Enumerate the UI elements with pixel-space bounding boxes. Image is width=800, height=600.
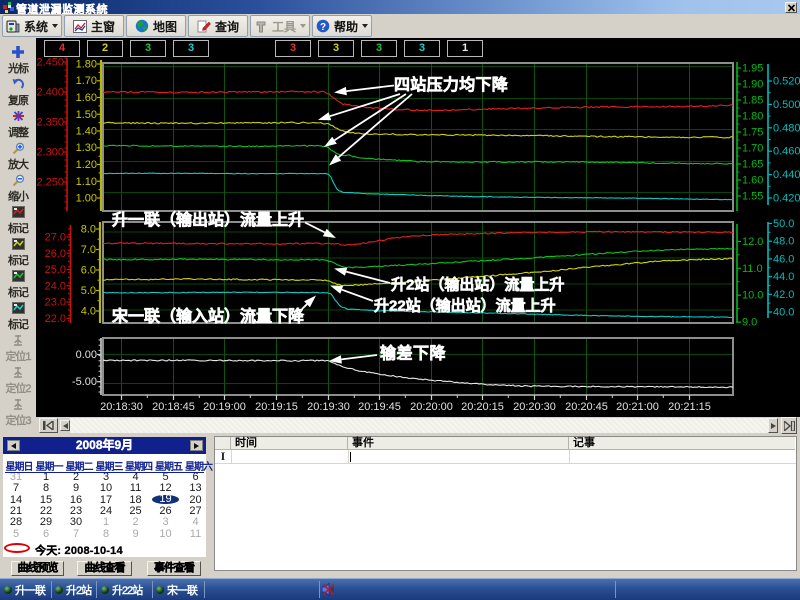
svg-text:1.80: 1.80 (76, 59, 97, 71)
svg-text:0.520: 0.520 (773, 76, 800, 88)
svg-text:5.0: 5.0 (81, 285, 96, 297)
svg-text:0.00: 0.00 (76, 349, 97, 361)
svg-text:20:18:30: 20:18:30 (100, 401, 143, 413)
svg-text:1.65: 1.65 (742, 159, 763, 171)
svg-text:升2站（输出站）流量上升: 升2站（输出站）流量上升 (391, 276, 564, 294)
svg-text:1.00: 1.00 (76, 193, 97, 205)
svg-text:20:21:00: 20:21:00 (616, 401, 659, 413)
svg-text:升一联（输出站）流量上升: 升一联（输出站）流量上升 (112, 210, 304, 229)
svg-text:1.85: 1.85 (742, 95, 763, 107)
svg-text:20:19:00: 20:19:00 (203, 401, 246, 413)
svg-text:1.80: 1.80 (742, 111, 763, 123)
svg-text:20:19:45: 20:19:45 (358, 401, 401, 413)
svg-text:0.420: 0.420 (773, 193, 800, 205)
svg-text:1.75: 1.75 (742, 127, 763, 139)
svg-text:1.10: 1.10 (76, 176, 97, 188)
svg-text:1.70: 1.70 (76, 75, 97, 87)
svg-text:48.0: 48.0 (773, 236, 794, 248)
svg-text:8.0: 8.0 (81, 224, 96, 236)
svg-text:27.0: 27.0 (45, 232, 66, 244)
svg-text:23.0: 23.0 (45, 297, 66, 309)
svg-text:2.250: 2.250 (36, 177, 64, 189)
svg-text:1.70: 1.70 (742, 143, 763, 155)
svg-text:24.0: 24.0 (45, 280, 66, 292)
svg-text:11.0: 11.0 (742, 263, 763, 275)
svg-text:1.90: 1.90 (742, 79, 763, 91)
svg-text:2.400: 2.400 (36, 87, 64, 99)
svg-text:0.500: 0.500 (773, 99, 800, 111)
svg-text:40.0: 40.0 (773, 307, 794, 319)
svg-text:四站压力均下降: 四站压力均下降 (394, 75, 509, 94)
svg-text:1.55: 1.55 (742, 191, 763, 203)
svg-text:10.0: 10.0 (742, 290, 763, 302)
svg-text:46.0: 46.0 (773, 253, 794, 265)
svg-text:6.0: 6.0 (81, 265, 96, 277)
svg-text:20:19:15: 20:19:15 (255, 401, 298, 413)
svg-text:1.95: 1.95 (742, 63, 763, 75)
svg-text:7.0: 7.0 (81, 244, 96, 256)
svg-text:1.50: 1.50 (76, 109, 97, 121)
svg-text:2.450: 2.450 (36, 57, 64, 69)
svg-text:宋一联（输入站）流量下降: 宋一联（输入站）流量下降 (111, 307, 305, 326)
svg-text:12.0: 12.0 (742, 236, 763, 248)
svg-text:1.20: 1.20 (76, 159, 97, 171)
svg-text:42.0: 42.0 (773, 289, 794, 301)
svg-text:22.0: 22.0 (45, 313, 66, 325)
svg-text:0.480: 0.480 (773, 122, 800, 134)
svg-text:20:20:00: 20:20:00 (410, 401, 453, 413)
svg-text:20:19:30: 20:19:30 (307, 401, 350, 413)
svg-text:4.0: 4.0 (81, 306, 96, 318)
svg-text:26.0: 26.0 (45, 248, 66, 260)
svg-text:1.30: 1.30 (76, 142, 97, 154)
svg-text:25.0: 25.0 (45, 264, 66, 276)
svg-text:44.0: 44.0 (773, 271, 794, 283)
svg-text:1.40: 1.40 (76, 126, 97, 138)
svg-text:20:20:45: 20:20:45 (565, 401, 608, 413)
svg-text:9.0: 9.0 (742, 317, 757, 329)
svg-text:1.60: 1.60 (76, 92, 97, 104)
svg-text:20:21:15: 20:21:15 (668, 401, 711, 413)
svg-text:0.460: 0.460 (773, 146, 800, 158)
svg-text:20:20:15: 20:20:15 (461, 401, 504, 413)
svg-text:升22站（输出站）流量上升: 升22站（输出站）流量上升 (374, 297, 556, 315)
svg-text:50.0: 50.0 (773, 218, 794, 230)
svg-text:2.300: 2.300 (36, 147, 64, 159)
svg-text:20:18:45: 20:18:45 (152, 401, 195, 413)
svg-text:0.440: 0.440 (773, 169, 800, 181)
svg-text:2.350: 2.350 (36, 117, 64, 129)
svg-text:1.60: 1.60 (742, 175, 763, 187)
svg-text:-5.00: -5.00 (72, 376, 97, 388)
svg-text:输差下降: 输差下降 (380, 344, 447, 363)
svg-text:20:20:30: 20:20:30 (513, 401, 556, 413)
